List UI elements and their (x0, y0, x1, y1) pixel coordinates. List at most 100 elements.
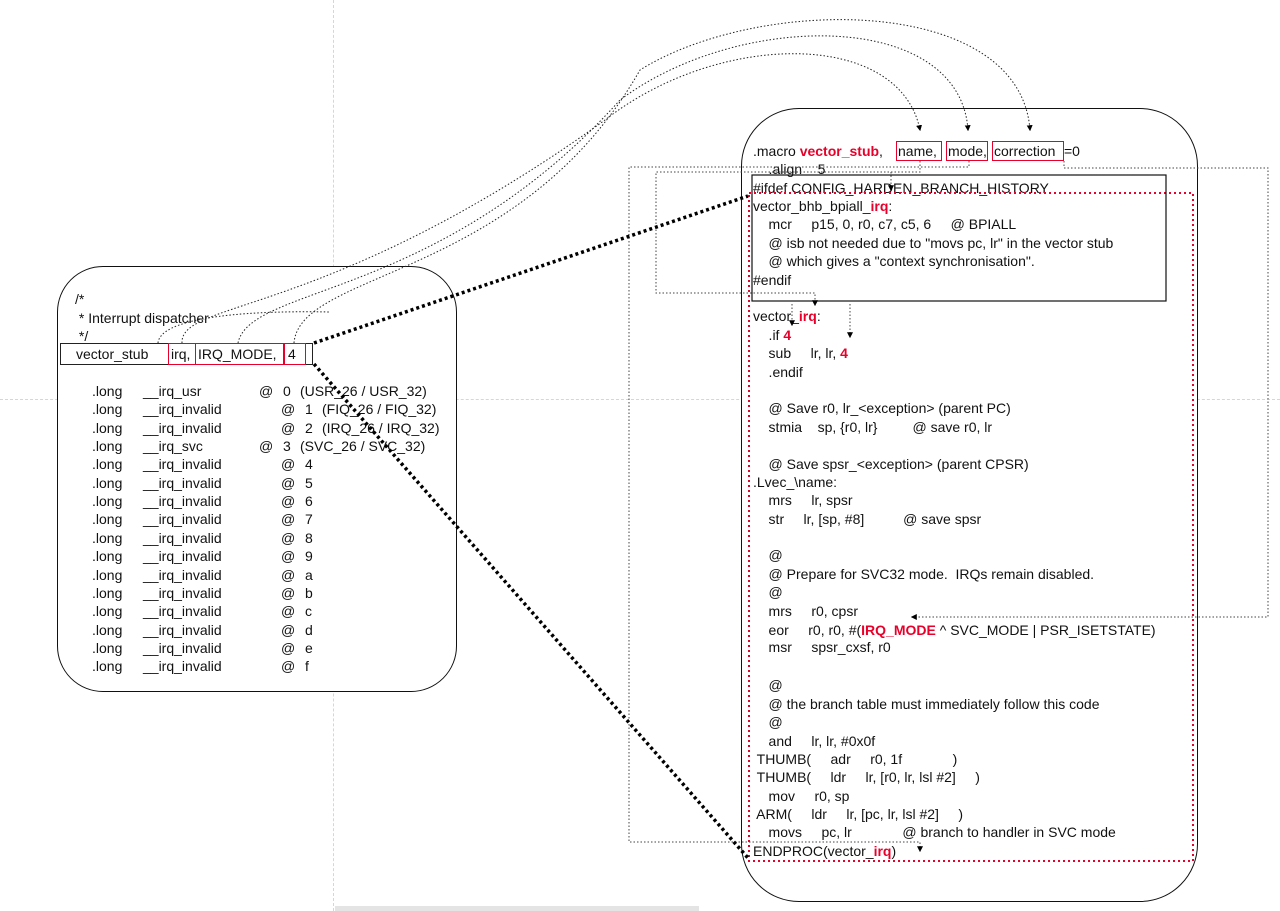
table-at: @ (281, 640, 296, 656)
endif-line-1: #endif (753, 272, 792, 288)
table-comment: (USR_26 / USR_32) (300, 383, 427, 399)
sub-instruction: sub lr, lr, (753, 345, 841, 361)
table-directive: .long (92, 438, 123, 454)
table-directive: .long (92, 567, 123, 583)
endproc-suffix: ) (891, 843, 897, 859)
comment-open: /* (75, 291, 85, 307)
arg-correction: 4 (288, 346, 296, 362)
table-directive: .long (92, 548, 123, 564)
table-directive: .long (92, 603, 123, 619)
table-at: @ (281, 420, 296, 436)
table-index: 9 (305, 548, 313, 564)
lvec-label: .Lvec_\name: (753, 474, 838, 490)
arm-line: ARM( ldr lr, [pc, lr, lsl #2] ) (753, 806, 964, 822)
if-value: 4 (783, 327, 792, 343)
isb-comment-2: @ which gives a "context synchronisation… (753, 253, 1035, 269)
vector-label-line: vector_irq: (753, 307, 821, 325)
table-symbol: __irq_usr (143, 383, 202, 399)
table-symbol: __irq_invalid (143, 567, 222, 583)
mov-line: mov r0, sp (753, 788, 850, 804)
table-directive: .long (92, 401, 123, 417)
macro-name: vector_stub (799, 143, 880, 159)
table-at: @ (281, 622, 296, 638)
movs-line: movs pc, lr @ branch to handler in SVC m… (753, 824, 1116, 840)
bhb-label-line: vector_bhb_bpiall_irq: (753, 197, 892, 215)
table-symbol: __irq_invalid (143, 420, 222, 436)
table-symbol: __irq_invalid (143, 475, 222, 491)
arg-name: irq, (171, 346, 191, 362)
invocation-macro: vector_stub (76, 346, 149, 362)
endproc-line: ENDPROC(vector_irq) (753, 842, 896, 860)
bhb-label-suffix: : (888, 198, 893, 214)
table-symbol: __irq_invalid (143, 511, 222, 527)
str-line: str lr, [sp, #8] @ save spsr (753, 511, 982, 527)
vector-label-suffix: : (816, 308, 821, 324)
table-at: @ (281, 475, 296, 491)
vector-label-prefix: vector_ (753, 308, 799, 324)
table-symbol: __irq_invalid (143, 548, 222, 564)
table-directive: .long (92, 622, 123, 638)
comment-text: * Interrupt dispatcher (75, 310, 209, 326)
table-index: 4 (305, 456, 313, 472)
table-at: @ (281, 530, 296, 546)
align-line: .align 5 (753, 161, 826, 177)
sub-value: 4 (840, 345, 848, 361)
table-at: @ (281, 456, 296, 472)
diagram-canvas: /* * Interrupt dispatcher */ vector_stub… (0, 0, 1280, 911)
table-symbol: __irq_invalid (143, 603, 222, 619)
isb-comment-1: @ isb not needed due to "movs pc, lr" in… (753, 235, 1114, 251)
horizontal-scrollbar[interactable] (335, 906, 699, 911)
mrs-line-1: mrs lr, spsr (753, 492, 853, 508)
ifdef-line: #ifdef CONFIG_HARDEN_BRANCH_HISTORY (753, 180, 1049, 196)
if-keyword: .if (753, 327, 784, 343)
table-directive: .long (92, 511, 123, 527)
thumb-line-2: THUMB( ldr lr, [r0, lr, lsl #2] ) (753, 769, 980, 785)
table-directive: .long (92, 420, 123, 436)
table-symbol: __irq_invalid (143, 530, 222, 546)
bhb-label-irq: irq (870, 198, 889, 214)
table-at: @ (281, 658, 296, 674)
table-index: 0 (283, 383, 291, 399)
table-comment: (FIQ_26 / FIQ_32) (322, 401, 437, 417)
table-symbol: __irq_invalid (143, 401, 222, 417)
table-index: c (305, 603, 312, 619)
table-at: @ (259, 438, 274, 454)
table-symbol: __irq_invalid (143, 640, 222, 656)
param-mode: mode, (948, 143, 987, 159)
save-spsr-comment: @ Save spsr_<exception> (parent CPSR) (753, 456, 1029, 472)
branch-table-comment: @ the branch table must immediately foll… (753, 696, 1100, 712)
table-comment: (SVC_26 / SVC_32) (300, 438, 426, 454)
table-symbol: __irq_invalid (143, 658, 222, 674)
param-name: name, (898, 143, 937, 159)
table-directive: .long (92, 530, 123, 546)
table-symbol: __irq_invalid (143, 493, 222, 509)
if-line: .if 4 (753, 326, 792, 344)
table-directive: .long (92, 640, 123, 656)
table-index: a (305, 567, 313, 583)
table-index: f (305, 658, 309, 674)
table-comment: (IRQ_26 / IRQ_32) (322, 420, 440, 436)
macro-comma: , (879, 143, 883, 159)
macro-line: .macro vector_stub, (753, 142, 883, 160)
arg-mode: IRQ_MODE, (198, 346, 277, 362)
table-symbol: __irq_svc (143, 438, 203, 454)
table-index: 3 (283, 438, 291, 454)
table-index: 7 (305, 511, 313, 527)
thumb-line-1: THUMB( adr r0, 1f ) (753, 751, 958, 767)
table-at: @ (259, 383, 274, 399)
table-index: 5 (305, 475, 313, 491)
save-r0-comment: @ Save r0, lr_<exception> (parent PC) (753, 400, 1011, 416)
table-index: 6 (305, 493, 313, 509)
mrs-line-2: mrs r0, cpsr (753, 603, 859, 619)
at-comment-1: @ (753, 547, 783, 563)
table-index: d (305, 622, 313, 638)
eor-mode: IRQ_MODE (861, 622, 936, 638)
at-comment-4: @ (753, 714, 783, 730)
at-comment-2: @ (753, 584, 783, 600)
vector-label-irq: irq (798, 308, 817, 324)
table-at: @ (281, 548, 296, 564)
table-directive: .long (92, 456, 123, 472)
table-directive: .long (92, 493, 123, 509)
mcr-line: mcr p15, 0, r0, c7, c5, 6 @ BPIALL (753, 216, 1017, 232)
table-at: @ (281, 493, 296, 509)
